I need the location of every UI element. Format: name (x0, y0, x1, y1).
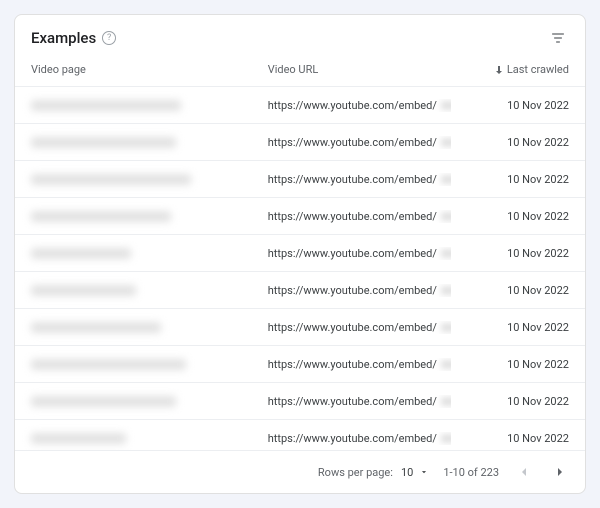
cell-last-crawled: 10 Nov 2022 (451, 173, 569, 186)
cell-video-url: https://www.youtube.com/embed/ (268, 210, 451, 223)
table-body: https://www.youtube.com/embed/10 Nov 202… (15, 86, 585, 450)
table-row[interactable]: https://www.youtube.com/embed/10 Nov 202… (15, 160, 585, 197)
cell-video-page (31, 137, 268, 148)
sort-arrow-down-icon (493, 64, 505, 76)
cell-video-page (31, 285, 268, 296)
redacted-text (441, 434, 451, 443)
cell-video-page (31, 211, 268, 222)
table-footer: Rows per page: 10 1-10 of 223 (15, 450, 585, 493)
redacted-text (31, 100, 181, 111)
redacted-text (441, 212, 451, 221)
table-row[interactable]: https://www.youtube.com/embed/10 Nov 202… (15, 345, 585, 382)
redacted-text (441, 286, 451, 295)
redacted-text (31, 396, 176, 407)
chevron-right-icon (552, 464, 568, 480)
rows-per-page-select[interactable]: 10 (401, 466, 429, 479)
examples-card: Examples ? Video page Video URL Last cra… (14, 14, 586, 494)
card-header: Examples ? (15, 15, 585, 59)
cell-video-url: https://www.youtube.com/embed/ (268, 395, 451, 408)
table-row[interactable]: https://www.youtube.com/embed/10 Nov 202… (15, 271, 585, 308)
next-page-button[interactable] (549, 461, 571, 483)
cell-video-url: https://www.youtube.com/embed/ (268, 99, 451, 112)
redacted-text (441, 138, 451, 147)
redacted-text (441, 397, 451, 406)
redacted-text (31, 285, 136, 296)
cell-video-url: https://www.youtube.com/embed/ (268, 432, 451, 445)
rows-per-page: Rows per page: 10 (318, 466, 429, 479)
cell-video-page (31, 248, 268, 259)
cell-last-crawled: 10 Nov 2022 (451, 321, 569, 334)
redacted-text (441, 360, 451, 369)
redacted-text (31, 359, 186, 370)
redacted-text (441, 175, 451, 184)
cell-last-crawled: 10 Nov 2022 (451, 284, 569, 297)
pagination-range: 1-10 of 223 (443, 466, 499, 479)
redacted-text (441, 249, 451, 258)
redacted-text (31, 248, 131, 259)
cell-video-page (31, 433, 268, 444)
cell-last-crawled: 10 Nov 2022 (451, 358, 569, 371)
table-row[interactable]: https://www.youtube.com/embed/10 Nov 202… (15, 197, 585, 234)
redacted-text (31, 137, 176, 148)
redacted-text (31, 211, 171, 222)
cell-last-crawled: 10 Nov 2022 (451, 395, 569, 408)
column-header-page[interactable]: Video page (31, 63, 268, 76)
cell-video-url: https://www.youtube.com/embed/ (268, 136, 451, 149)
table-row[interactable]: https://www.youtube.com/embed/10 Nov 202… (15, 123, 585, 160)
cell-last-crawled: 10 Nov 2022 (451, 247, 569, 260)
cell-video-url: https://www.youtube.com/embed/ (268, 247, 451, 260)
rows-per-page-label: Rows per page: (318, 466, 393, 479)
column-header-url[interactable]: Video URL (268, 63, 451, 76)
redacted-text (31, 322, 161, 333)
cell-video-url: https://www.youtube.com/embed/ (268, 321, 451, 334)
cell-last-crawled: 10 Nov 2022 (451, 432, 569, 445)
cell-last-crawled: 10 Nov 2022 (451, 136, 569, 149)
chevron-left-icon (516, 464, 532, 480)
redacted-text (441, 101, 451, 110)
cell-video-url: https://www.youtube.com/embed/ (268, 358, 451, 371)
filter-button[interactable] (547, 27, 569, 49)
cell-last-crawled: 10 Nov 2022 (451, 99, 569, 112)
cell-video-page (31, 174, 268, 185)
columns-header: Video page Video URL Last crawled (15, 59, 585, 86)
redacted-text (31, 174, 191, 185)
filter-icon (550, 30, 566, 46)
cell-video-url: https://www.youtube.com/embed/ (268, 173, 451, 186)
cell-video-page (31, 359, 268, 370)
column-header-date-label: Last crawled (507, 63, 569, 76)
cell-video-url: https://www.youtube.com/embed/ (268, 284, 451, 297)
table-row[interactable]: https://www.youtube.com/embed/10 Nov 202… (15, 234, 585, 271)
rows-per-page-value: 10 (401, 466, 413, 479)
table-row[interactable]: https://www.youtube.com/embed/10 Nov 202… (15, 86, 585, 123)
redacted-text (441, 323, 451, 332)
card-title: Examples (31, 29, 96, 47)
cell-video-page (31, 396, 268, 407)
redacted-text (31, 433, 126, 444)
table-row[interactable]: https://www.youtube.com/embed/10 Nov 202… (15, 308, 585, 345)
table-row[interactable]: https://www.youtube.com/embed/10 Nov 202… (15, 382, 585, 419)
table-row[interactable]: https://www.youtube.com/embed/10 Nov 202… (15, 419, 585, 450)
help-icon[interactable]: ? (102, 31, 116, 45)
prev-page-button[interactable] (513, 461, 535, 483)
chevron-down-icon (419, 467, 429, 477)
cell-video-page (31, 322, 268, 333)
column-header-date[interactable]: Last crawled (451, 63, 569, 76)
cell-video-page (31, 100, 268, 111)
cell-last-crawled: 10 Nov 2022 (451, 210, 569, 223)
title-wrap: Examples ? (31, 29, 116, 47)
